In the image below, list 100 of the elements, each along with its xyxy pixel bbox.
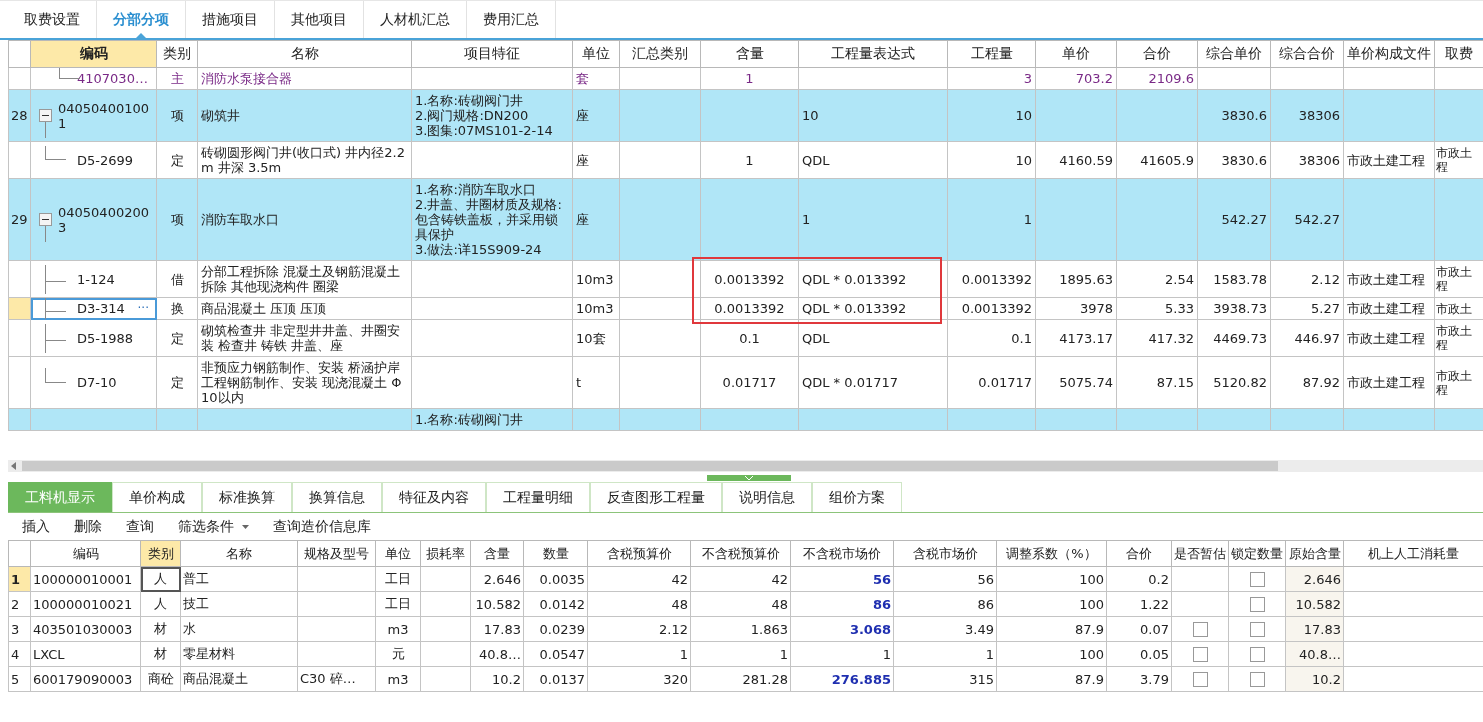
toolbar-button[interactable]: 查询造价信息库 bbox=[273, 517, 371, 536]
row-number[interactable]: 1 bbox=[8, 566, 31, 592]
table-cell: 5.27 bbox=[1270, 297, 1344, 320]
table-cell: 56 bbox=[893, 566, 997, 592]
column-header[interactable]: 取费 bbox=[1434, 40, 1483, 68]
table-cell: QDL * 0.01717 bbox=[798, 356, 948, 409]
tab[interactable]: 工程量明细 bbox=[486, 482, 590, 512]
row-number[interactable]: 2 bbox=[8, 591, 31, 617]
row-number[interactable] bbox=[8, 297, 31, 320]
column-header[interactable]: 含量 bbox=[700, 40, 799, 68]
toolbar-button[interactable]: 删除 bbox=[74, 517, 102, 536]
toolbar-button[interactable]: 筛选条件 bbox=[178, 517, 249, 536]
column-header[interactable]: 单价构成文件 bbox=[1343, 40, 1435, 68]
column-header[interactable]: 汇总类别 bbox=[619, 40, 701, 68]
column-header[interactable]: 工程量 bbox=[947, 40, 1036, 68]
row-number[interactable] bbox=[8, 260, 31, 298]
table-cell: 1.名称:砖砌阀门井 2.阀门规格:DN200 3.图集:07MS101-2-14 bbox=[411, 89, 573, 142]
table-cell: 人 bbox=[140, 566, 181, 592]
table-cell: 非预应力钢筋制作、安装 桥涵护岸工程钢筋制作、安装 现浇混凝土 Φ10以内 bbox=[197, 356, 412, 409]
column-header[interactable]: 类别 bbox=[156, 40, 198, 68]
checkbox[interactable] bbox=[1249, 572, 1265, 587]
column-header[interactable]: 单价 bbox=[1035, 40, 1117, 68]
tab[interactable]: 其他项目 bbox=[275, 1, 364, 38]
column-header[interactable]: 编码 bbox=[30, 40, 157, 68]
horizontal-scrollbar[interactable] bbox=[8, 460, 1483, 472]
toolbar-button[interactable]: 插入 bbox=[22, 517, 50, 536]
table-cell: QDL * 0.013392 bbox=[798, 297, 948, 320]
toolbar-button[interactable]: 查询 bbox=[126, 517, 154, 536]
column-header[interactable]: 含税市场价 bbox=[893, 540, 997, 567]
column-header[interactable]: 名称 bbox=[180, 540, 298, 567]
column-header[interactable]: 调整系数（%） bbox=[996, 540, 1107, 567]
tab[interactable]: 费用汇总 bbox=[467, 1, 556, 38]
row-number[interactable]: 4 bbox=[8, 641, 31, 667]
more-button[interactable]: ··· bbox=[133, 301, 153, 316]
table-cell: 0.0035 bbox=[523, 566, 588, 592]
column-header[interactable]: 机上人工消耗量 bbox=[1343, 540, 1483, 567]
table-cell: 3 bbox=[947, 67, 1036, 90]
table-cell: 87.9 bbox=[996, 666, 1107, 692]
table-cell: 砌筑井 bbox=[197, 89, 412, 142]
tab[interactable]: 反查图形工程量 bbox=[590, 482, 722, 512]
column-header[interactable]: 锁定数量 bbox=[1228, 540, 1286, 567]
checkbox[interactable] bbox=[1192, 647, 1208, 662]
checkbox[interactable] bbox=[1192, 672, 1208, 687]
tab[interactable]: 取费设置 bbox=[8, 1, 97, 38]
splitter-handle[interactable] bbox=[707, 475, 791, 481]
scrollbar-thumb[interactable] bbox=[22, 461, 1278, 471]
tab[interactable]: 特征及内容 bbox=[382, 482, 486, 512]
tab[interactable]: 标准换算 bbox=[202, 482, 292, 512]
row-number[interactable]: 3 bbox=[8, 616, 31, 642]
table-cell: 0.07 bbox=[1106, 616, 1172, 642]
column-header[interactable]: 工程量表达式 bbox=[798, 40, 948, 68]
column-header[interactable]: 含量 bbox=[470, 540, 524, 567]
tab[interactable]: 措施项目 bbox=[186, 1, 275, 38]
column-header[interactable]: 编码 bbox=[30, 540, 141, 567]
table-cell: 1.名称:消防车取水口 2.井盖、井圈材质及规格:包含铸铁盖板，并采用锁具保护 3.做法:详15S909-24 bbox=[411, 178, 573, 261]
checkbox[interactable] bbox=[1249, 672, 1265, 687]
scroll-left-icon[interactable] bbox=[10, 462, 18, 470]
row-number[interactable]: 5 bbox=[8, 666, 31, 692]
table-cell: 水 bbox=[180, 616, 298, 642]
checkbox[interactable] bbox=[1249, 647, 1265, 662]
column-header[interactable]: 名称 bbox=[197, 40, 412, 68]
column-header[interactable]: 单位 bbox=[572, 40, 620, 68]
column-header[interactable]: 规格及型号 bbox=[297, 540, 376, 567]
column-header[interactable]: 单位 bbox=[375, 540, 421, 567]
row-number[interactable] bbox=[8, 319, 31, 357]
column-header[interactable]: 综合合价 bbox=[1270, 40, 1344, 68]
table-cell: 3.49 bbox=[893, 616, 997, 642]
row-number[interactable] bbox=[8, 356, 31, 409]
column-header[interactable]: 合价 bbox=[1106, 540, 1172, 567]
tab[interactable]: 人材机汇总 bbox=[364, 1, 467, 38]
column-header[interactable]: 含税预算价 bbox=[587, 540, 691, 567]
tab[interactable]: 单价构成 bbox=[112, 482, 202, 512]
checkbox[interactable] bbox=[1192, 622, 1208, 637]
tab[interactable]: 分部分项 bbox=[97, 1, 186, 38]
column-header[interactable]: 类别 bbox=[140, 540, 181, 567]
table-cell: 材 bbox=[140, 641, 181, 667]
column-header[interactable]: 是否暂估 bbox=[1171, 540, 1229, 567]
column-header[interactable]: 数量 bbox=[523, 540, 588, 567]
column-header[interactable]: 项目特征 bbox=[411, 40, 573, 68]
table-cell: 1 bbox=[790, 641, 894, 667]
row-number[interactable] bbox=[8, 67, 31, 90]
checkbox[interactable] bbox=[1249, 622, 1265, 637]
column-header[interactable]: 不含税预算价 bbox=[690, 540, 791, 567]
column-header[interactable]: 损耗率 bbox=[420, 540, 471, 567]
row-number[interactable]: 29 bbox=[8, 178, 31, 261]
collapse-icon[interactable] bbox=[39, 213, 52, 226]
table-cell: 3.068 bbox=[790, 616, 894, 642]
row-number[interactable] bbox=[8, 141, 31, 179]
column-header[interactable]: 综合单价 bbox=[1197, 40, 1271, 68]
tab[interactable]: 组价方案 bbox=[812, 482, 902, 512]
table-cell: m3 bbox=[375, 666, 421, 692]
row-number[interactable]: 28 bbox=[8, 89, 31, 142]
checkbox[interactable] bbox=[1249, 597, 1265, 612]
tab[interactable]: 换算信息 bbox=[292, 482, 382, 512]
column-header[interactable]: 不含税市场价 bbox=[790, 540, 894, 567]
tab[interactable]: 说明信息 bbox=[722, 482, 812, 512]
collapse-icon[interactable] bbox=[39, 109, 52, 122]
table-cell: 市政土建工程 bbox=[1343, 356, 1435, 409]
column-header[interactable]: 原始含量 bbox=[1285, 540, 1344, 567]
column-header[interactable]: 合价 bbox=[1116, 40, 1198, 68]
